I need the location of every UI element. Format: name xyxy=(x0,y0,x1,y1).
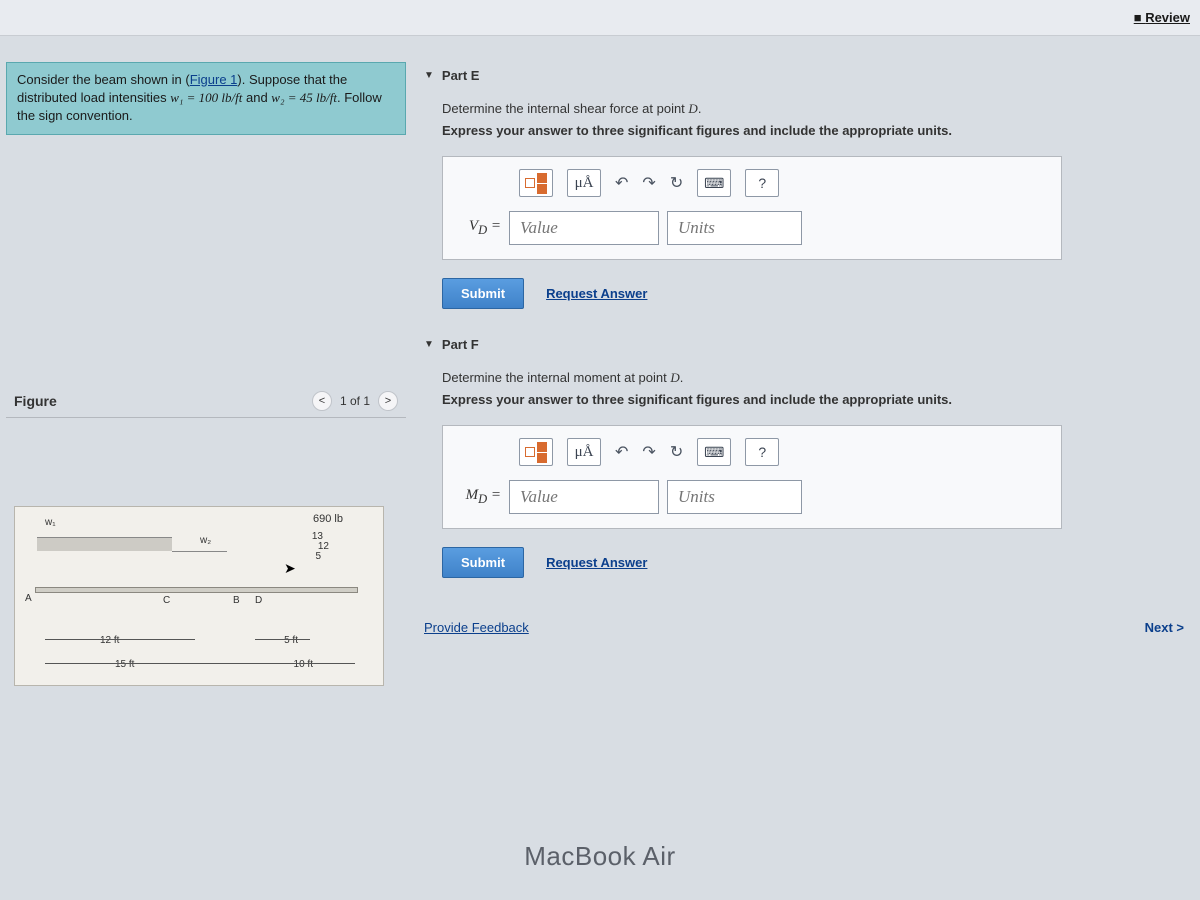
left-column: Consider the beam shown in (Figure 1). S… xyxy=(6,62,406,790)
units-picker-button[interactable]: μÅ xyxy=(567,169,601,197)
part-f-toolbar: μÅ ↶ ↷ ↻ ⌨ ? xyxy=(459,438,1045,466)
part-e-instruction-2: Express your answer to three significant… xyxy=(442,123,1184,138)
part-f-units-input[interactable] xyxy=(667,480,802,514)
figure-area: w₁ w₂ 690 lb 13 12 5 A C B D 12 ft 15 ft xyxy=(6,498,406,694)
part-e-value-input[interactable] xyxy=(509,211,659,245)
fig-point-c: C xyxy=(163,595,170,606)
laptop-brand-label: MacBook Air xyxy=(0,841,1200,872)
template-picker-button[interactable] xyxy=(519,169,553,197)
dim-line-15 xyxy=(45,663,235,664)
fig-dim-12: 12 ft xyxy=(100,635,119,646)
part-f-variable-label: MD = xyxy=(459,487,501,507)
part-e-variable-label: VD = xyxy=(459,218,501,238)
part-f-request-answer-link[interactable]: Request Answer xyxy=(546,555,647,570)
reset-icon[interactable]: ↻ xyxy=(670,173,683,193)
help-button[interactable]: ? xyxy=(745,169,779,197)
fig-point-b: B xyxy=(233,595,240,606)
part-e-title: Part E xyxy=(442,68,480,83)
w1-equation: w₁ = 100 lb/ft xyxy=(170,90,242,105)
part-f-submit-row: Submit Request Answer xyxy=(442,547,1184,578)
keyboard-icon[interactable]: ⌨ xyxy=(697,438,731,466)
reset-icon[interactable]: ↻ xyxy=(670,442,683,462)
part-f-body: Determine the internal moment at point D… xyxy=(424,358,1184,600)
w2-equation: w₂ = 45 lb/ft xyxy=(271,90,337,105)
part-e-units-input[interactable] xyxy=(667,211,802,245)
main-content: Consider the beam shown in (Figure 1). S… xyxy=(6,62,1194,790)
part-f-instruction-1: Determine the internal moment at point D… xyxy=(442,370,1184,386)
fig-load-label: 690 lb xyxy=(313,513,343,525)
figure-header: Figure < 1 of 1 > xyxy=(6,385,406,418)
help-button[interactable]: ? xyxy=(745,438,779,466)
dim-line-12 xyxy=(45,639,195,640)
part-f-value-input[interactable] xyxy=(509,480,659,514)
figure-1-link[interactable]: Figure 1 xyxy=(190,72,238,87)
figure-title-label: Figure xyxy=(14,393,57,409)
footer-row: Provide Feedback Next > xyxy=(424,620,1184,635)
figure-next-button[interactable]: > xyxy=(378,391,398,411)
collapse-icon: ▼ xyxy=(424,70,434,81)
part-f-submit-button[interactable]: Submit xyxy=(442,547,524,578)
fig-point-d: D xyxy=(255,595,262,606)
template-icon xyxy=(525,442,547,463)
part-e-submit-row: Submit Request Answer xyxy=(442,278,1184,309)
part-e-instruction-1: Determine the internal shear force at po… xyxy=(442,101,1184,117)
redo-icon[interactable]: ↷ xyxy=(642,173,655,193)
fig-angle-side: 5 xyxy=(315,551,321,562)
part-f-answer-box: μÅ ↶ ↷ ↻ ⌨ ? MD = xyxy=(442,425,1062,529)
dim-line-10 xyxy=(235,663,355,664)
units-picker-button[interactable]: μÅ xyxy=(567,438,601,466)
part-e-submit-button[interactable]: Submit xyxy=(442,278,524,309)
collapse-icon: ▼ xyxy=(424,339,434,350)
template-picker-button[interactable] xyxy=(519,438,553,466)
figure-prev-button[interactable]: < xyxy=(312,391,332,411)
figure-pager-text: 1 of 1 xyxy=(340,394,370,408)
fig-dim-5: 5 ft xyxy=(284,635,298,646)
part-f-input-row: MD = xyxy=(459,480,1045,514)
part-f-instruction-2: Express your answer to three significant… xyxy=(442,392,1184,407)
next-link[interactable]: Next > xyxy=(1145,620,1184,635)
undo-icon[interactable]: ↶ xyxy=(615,173,628,193)
right-column: ▼ Part E Determine the internal shear fo… xyxy=(424,62,1194,790)
part-e-toolbar: μÅ ↶ ↷ ↻ ⌨ ? xyxy=(459,169,1045,197)
problem-text-1: Consider the beam shown in ( xyxy=(17,72,190,87)
fig-w1-label: w₁ xyxy=(45,517,56,528)
header-bar: Review xyxy=(0,0,1200,36)
fig-point-a: A xyxy=(25,593,32,604)
template-icon xyxy=(525,173,547,194)
problem-connector: and xyxy=(242,90,271,105)
part-e-answer-box: μÅ ↶ ↷ ↻ ⌨ ? VD = xyxy=(442,156,1062,260)
fig-dim-10: 10 ft xyxy=(294,659,313,670)
fig-dim-15: 15 ft xyxy=(115,659,134,670)
beam-body xyxy=(35,587,358,593)
dim-line-5 xyxy=(255,639,310,640)
beam-diagram: w₁ w₂ 690 lb 13 12 5 A C B D 12 ft 15 ft xyxy=(14,506,384,686)
provide-feedback-link[interactable]: Provide Feedback xyxy=(424,620,529,635)
part-e-body: Determine the internal shear force at po… xyxy=(424,89,1184,331)
keyboard-icon[interactable]: ⌨ xyxy=(697,169,731,197)
part-e-header[interactable]: ▼ Part E xyxy=(424,62,1184,89)
undo-icon[interactable]: ↶ xyxy=(615,442,628,462)
part-f-title: Part F xyxy=(442,337,479,352)
part-e-request-answer-link[interactable]: Request Answer xyxy=(546,286,647,301)
distributed-load xyxy=(37,537,227,587)
figure-pager: < 1 of 1 > xyxy=(312,391,398,411)
part-f-header[interactable]: ▼ Part F xyxy=(424,331,1184,358)
review-link[interactable]: Review xyxy=(1134,10,1190,25)
redo-icon[interactable]: ↷ xyxy=(642,442,655,462)
part-e-input-row: VD = xyxy=(459,211,1045,245)
problem-statement: Consider the beam shown in (Figure 1). S… xyxy=(6,62,406,135)
